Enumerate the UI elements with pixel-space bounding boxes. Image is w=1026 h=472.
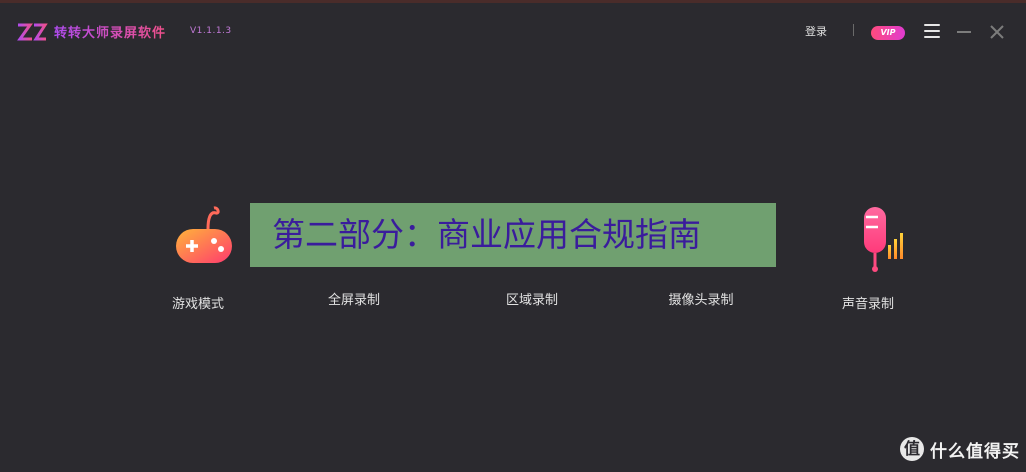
watermark-logo-icon: 值 [900, 437, 924, 461]
app-version: V1.1.1.3 [190, 26, 232, 36]
mode-audio[interactable]: 声音录制 [813, 205, 923, 312]
gamepad-icon [176, 206, 232, 263]
overlay-banner: 第二部分：商业应用合规指南 [250, 203, 776, 267]
login-button[interactable]: 登录 [805, 23, 827, 39]
watermark-text: 什么值得买 [930, 441, 1020, 462]
mode-label: 声音录制 [841, 297, 894, 312]
menu-icon[interactable] [924, 24, 940, 38]
mode-game[interactable]: 游戏模式 [143, 205, 253, 312]
watermark: 值 什么值得买 [900, 436, 1020, 462]
mode-label: 区域录制 [505, 293, 558, 308]
microphone-icon [864, 207, 903, 272]
app-title: 转转大师录屏软件 [54, 22, 166, 41]
title-bar: 转转大师录屏软件 V1.1.1.3 登录 VIP [0, 0, 1026, 62]
minimize-icon[interactable] [957, 31, 971, 33]
divider [853, 24, 854, 36]
mode-label: 全屏录制 [327, 293, 380, 308]
close-icon[interactable] [989, 24, 1005, 40]
vip-button[interactable]: VIP [871, 26, 905, 40]
mode-label: 摄像头录制 [668, 293, 734, 308]
mode-label: 游戏模式 [171, 297, 224, 312]
app-logo-icon [17, 23, 48, 41]
